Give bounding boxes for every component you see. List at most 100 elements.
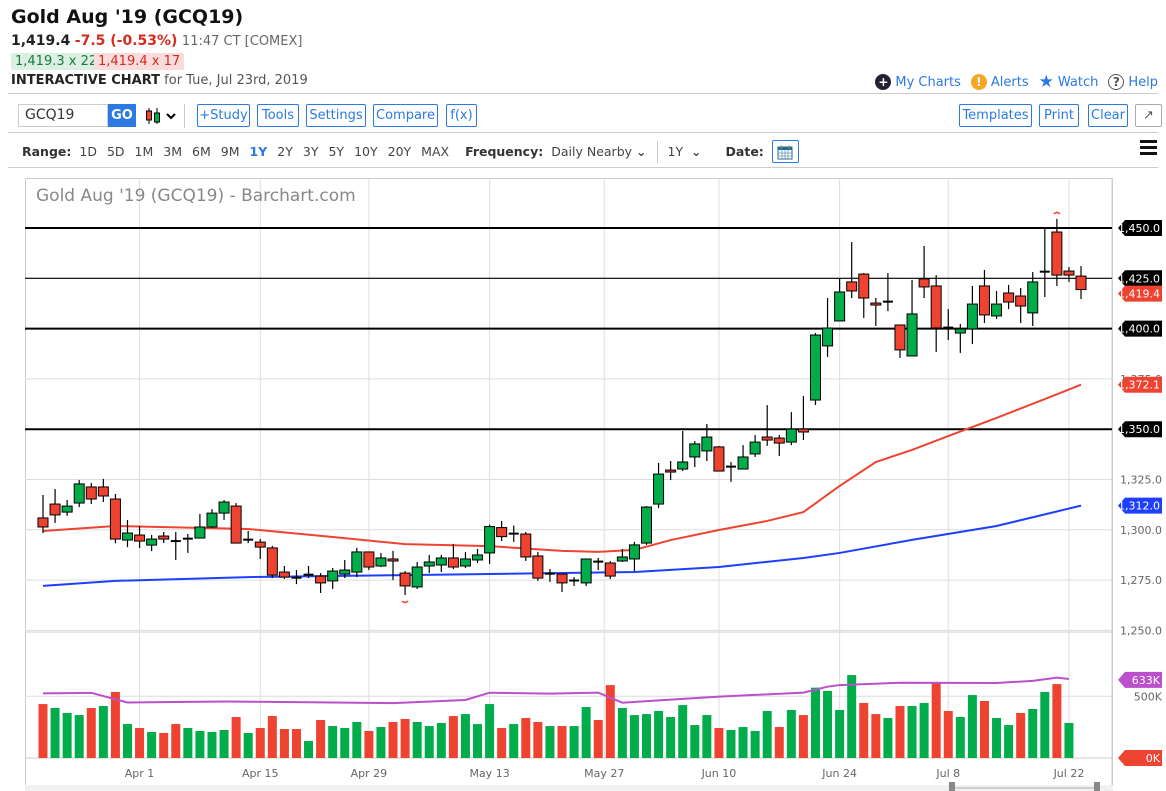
candle-body: [822, 327, 834, 347]
candle: [797, 396, 809, 441]
candle-body: [170, 540, 181, 543]
candle-body: [1015, 295, 1027, 307]
candle-body: [411, 566, 423, 588]
volume-bar: [1052, 684, 1062, 758]
candle-body: [665, 469, 677, 473]
candle: [713, 445, 725, 472]
candle-body: [773, 437, 785, 444]
volume-bar: [207, 731, 217, 758]
volume-bar: [617, 708, 627, 758]
candle: [73, 479, 85, 508]
candle-body: [580, 558, 592, 584]
candle-body: [532, 555, 544, 579]
candle-body: [266, 547, 278, 576]
candle-body: [472, 554, 484, 561]
candle-body: [339, 569, 351, 575]
candle-body: [85, 486, 97, 500]
candle: [375, 552, 387, 568]
candle: [918, 245, 930, 299]
volume-bar: [642, 714, 651, 758]
x-tick-label: May 13: [469, 767, 509, 780]
candle-body: [435, 557, 447, 566]
volume-bar: [955, 717, 965, 758]
line-price-tag: 1,400.0: [1118, 323, 1160, 336]
candle-body: [508, 532, 519, 535]
candle-body: [689, 443, 701, 458]
candle-body: [943, 326, 954, 329]
candle: [834, 278, 846, 322]
volume-bar: [183, 728, 193, 758]
high-marker: [1053, 211, 1061, 215]
volume-bar: [159, 732, 169, 758]
candle-body: [109, 498, 121, 540]
candle-body: [701, 436, 713, 452]
volume-bar: [74, 715, 84, 758]
candle-body: [399, 572, 411, 587]
candle-body: [520, 533, 532, 558]
volume-bar: [485, 704, 495, 758]
candle: [85, 482, 97, 505]
candle-body: [121, 532, 133, 541]
candle-body: [182, 537, 193, 540]
candle: [1015, 287, 1027, 323]
volume-last-tag: 0K: [1146, 752, 1161, 765]
candle: [146, 535, 158, 552]
candle-body: [906, 313, 918, 357]
volume-bar: [943, 710, 953, 758]
candle-body: [930, 285, 942, 329]
candle: [809, 333, 821, 406]
candle-body: [387, 558, 399, 562]
price-chart[interactable]: 1,250.01,275.01,300.01,325.01,350.01,375…: [0, 0, 1166, 791]
volume-bar: [50, 708, 60, 758]
candle-body: [447, 557, 459, 568]
candle-body: [37, 517, 49, 528]
volume-bar: [231, 717, 241, 758]
candle-body: [375, 557, 387, 567]
candle: [785, 412, 797, 446]
candle-body: [459, 558, 471, 567]
volume-bar: [521, 718, 531, 758]
volume-bar: [545, 726, 555, 758]
volume-bar: [726, 729, 736, 758]
candle: [593, 557, 604, 571]
candle: [496, 520, 508, 542]
candle-body: [49, 503, 61, 516]
y-tick-label: 1,250.0: [1120, 624, 1162, 637]
candle-body: [1039, 270, 1050, 273]
scroll-handle-left: [949, 782, 955, 791]
last-price-tag: 1,419.4: [1118, 288, 1160, 301]
candle-body: [315, 575, 327, 584]
candle: [508, 525, 519, 542]
candle: [472, 548, 484, 563]
volume-bar: [219, 729, 229, 758]
volume-bar: [1028, 709, 1038, 758]
x-tick-label: Apr 29: [351, 767, 388, 780]
volume-bar: [243, 732, 253, 758]
volume-bar: [967, 695, 977, 758]
candle: [182, 534, 193, 553]
candle-body: [604, 562, 616, 577]
candle-body: [1003, 292, 1015, 303]
candle-body: [278, 571, 290, 578]
candle-body: [146, 538, 158, 546]
candle: [870, 298, 882, 326]
volume-tick-label: 500K: [1134, 690, 1163, 703]
low-marker: [401, 600, 409, 604]
candle: [351, 547, 363, 578]
volume-bar: [702, 715, 712, 758]
candle-body: [882, 300, 893, 303]
volume-bar: [388, 721, 398, 758]
candle-body: [73, 483, 85, 504]
candle-body: [846, 281, 858, 292]
volume-bar: [907, 706, 917, 758]
candle-body: [593, 560, 604, 563]
volume-bar: [798, 715, 808, 758]
candle: [411, 561, 423, 589]
candle: [1075, 266, 1087, 300]
volume-bar: [714, 728, 724, 758]
volume-bar: [1040, 691, 1050, 758]
candle-body: [254, 541, 266, 548]
volume-bar: [122, 724, 132, 758]
candle-body: [158, 535, 170, 540]
volume-bar: [1004, 725, 1014, 758]
